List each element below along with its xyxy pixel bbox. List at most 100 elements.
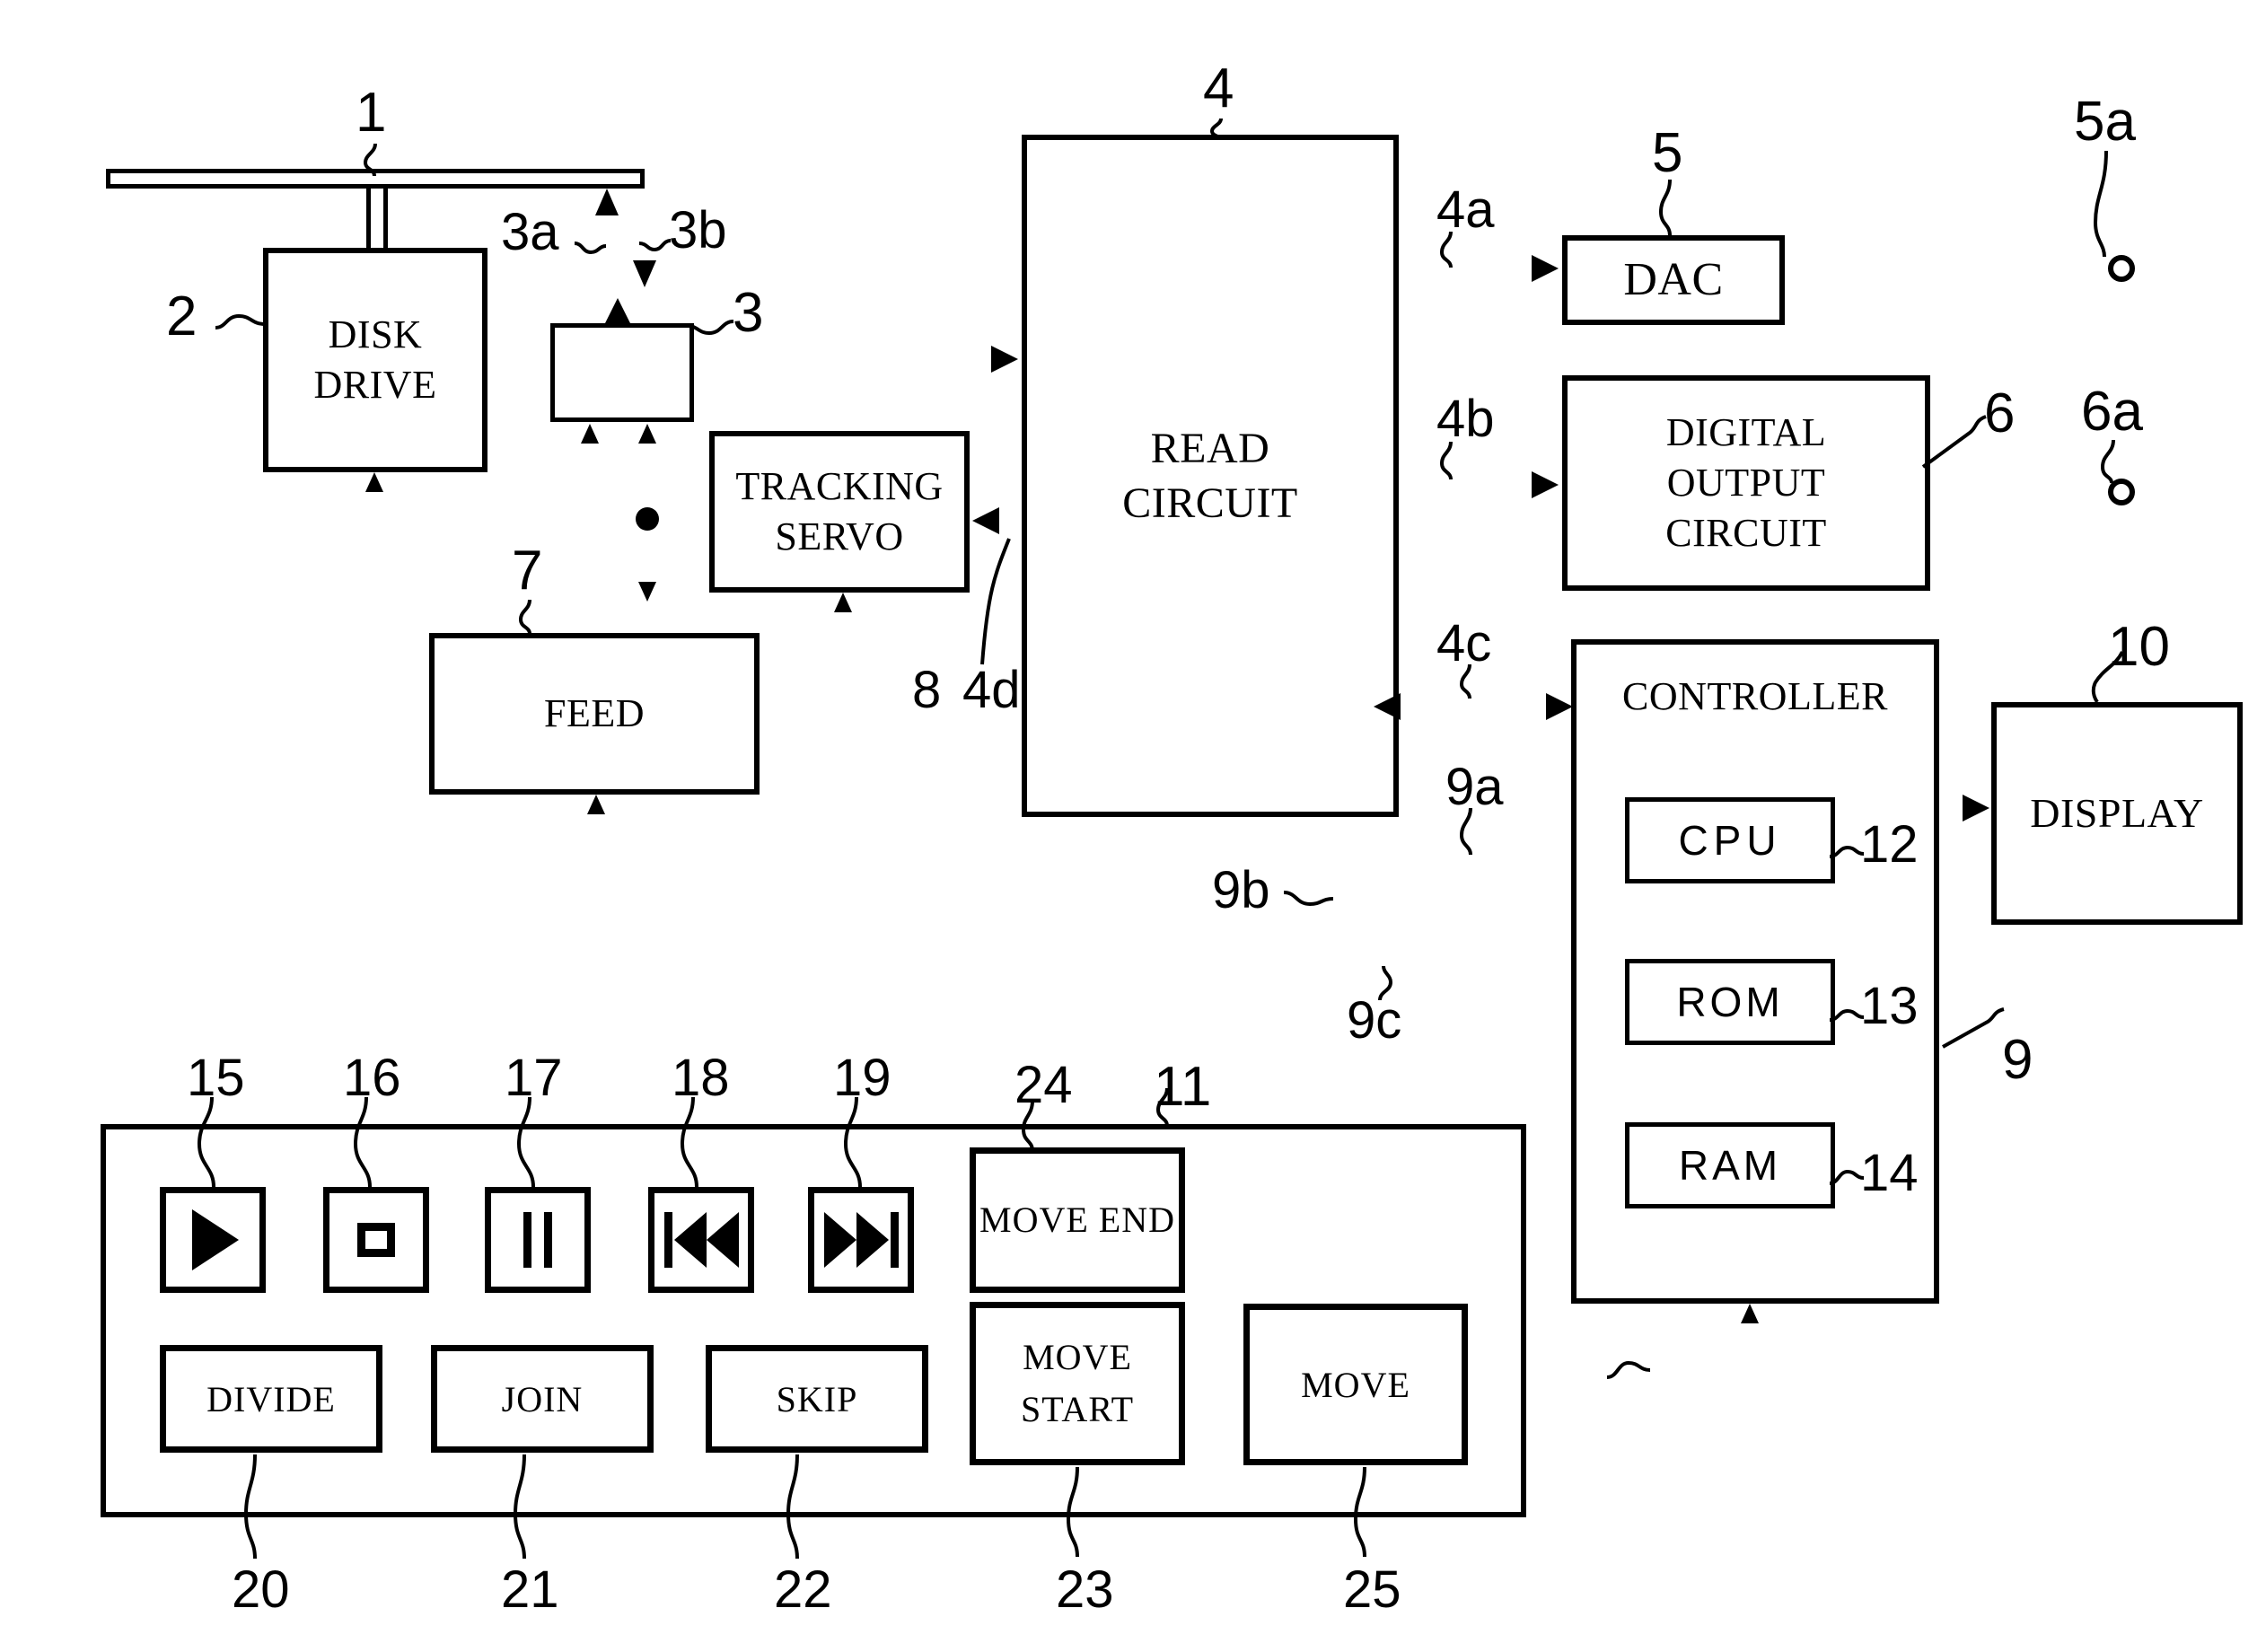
tracking-servo-label-line2: SERVO <box>775 514 904 558</box>
ref-numeral-divide: 20 <box>232 1560 290 1619</box>
servo-control-line <box>0 1201 4 1462</box>
panel-to-controller-arrow <box>1741 1304 1759 1323</box>
read-controller-bus-arrow-left <box>1374 693 1401 720</box>
laser-beam-up-arrow <box>595 189 619 215</box>
ref-numeral-digital-terminal: 6a <box>2081 381 2143 443</box>
leader-digital-output-circuit <box>1921 415 1995 469</box>
pause-icon <box>523 1212 552 1268</box>
leader-play <box>196 1096 223 1188</box>
servo-to-pickup-line <box>0 409 4 602</box>
move-label: MOVE <box>1301 1364 1410 1405</box>
feed-to-pickup-arrow <box>581 424 599 444</box>
ref-numeral-controller-line: 4c <box>1436 614 1492 672</box>
leader-skip <box>786 1454 810 1560</box>
stop-button[interactable] <box>323 1187 429 1293</box>
leader-disc <box>363 143 390 177</box>
servo-control-arrow <box>834 593 852 612</box>
move-button[interactable]: MOVE <box>1243 1304 1468 1465</box>
pause-button[interactable] <box>485 1187 591 1293</box>
ref-numeral-audio-line: 4a <box>1436 180 1495 239</box>
leader-controller <box>1942 1007 2015 1050</box>
skip-forward-icon <box>823 1212 899 1268</box>
feed-control-arrow <box>587 795 605 814</box>
block-tracking-servo: TRACKING SERVO <box>709 431 970 593</box>
divide-label: DIVIDE <box>206 1378 336 1419</box>
leader-bus-9c <box>1378 965 1405 1001</box>
leader-prev <box>679 1096 706 1188</box>
spindle-shaft-left <box>366 187 371 250</box>
play-button[interactable] <box>160 1187 266 1293</box>
join-button[interactable]: JOIN <box>431 1345 654 1453</box>
leader-rom <box>1829 1007 1866 1027</box>
pickup-lens-bump <box>605 298 630 323</box>
dac-label: DAC <box>1623 253 1724 305</box>
previous-track-button[interactable] <box>648 1187 754 1293</box>
leader-divide <box>243 1454 268 1560</box>
ref-numeral-move: 25 <box>1343 1560 1401 1619</box>
stop-icon <box>357 1223 395 1257</box>
leader-bus-9b <box>1283 887 1334 910</box>
leader-panel <box>1155 1087 1180 1127</box>
block-feed: FEED <box>429 633 760 795</box>
ref-numeral-cpu: 12 <box>1860 815 1919 874</box>
leader-display <box>2091 651 2128 704</box>
leader-move <box>1353 1466 1377 1558</box>
block-ram: RAM <box>1625 1122 1835 1208</box>
leader-disk-drive <box>215 310 266 333</box>
leader-stop <box>352 1096 379 1188</box>
controller-to-display-arrow <box>1963 795 1989 822</box>
block-disk-drive: DISK DRIVE <box>263 248 487 472</box>
skip-back-icon <box>663 1212 739 1268</box>
laser-beam-up-shaft <box>0 0 4 86</box>
feed-label: FEED <box>544 690 645 735</box>
servo-branch-junction <box>636 507 659 531</box>
cpu-label: CPU <box>1678 816 1782 864</box>
leader-move-end <box>1021 1100 1045 1152</box>
leader-laser-up <box>574 238 607 258</box>
feed-to-pickup-line <box>0 224 4 409</box>
servo-branch-line <box>0 602 65 606</box>
leader-ram <box>1829 1167 1866 1189</box>
ref-numeral-disk-drive: 2 <box>166 286 198 347</box>
leader-servo-line <box>979 538 1011 665</box>
leader-digital-line <box>1439 441 1463 480</box>
read-to-servo-arrow <box>972 507 999 534</box>
ref-numeral-disc: 1 <box>356 82 387 144</box>
controller-label: CONTROLLER <box>1622 674 1888 718</box>
move-start-button[interactable]: MOVE START <box>970 1302 1185 1465</box>
block-read-circuit: READ CIRCUIT <box>1022 135 1399 817</box>
pickup-to-read-arrow <box>991 346 1018 373</box>
feed-control-line <box>0 1095 4 1201</box>
digital-output-label-line3: CIRCUIT <box>1665 511 1827 556</box>
skip-label: SKIP <box>776 1378 858 1419</box>
next-track-button[interactable] <box>808 1187 914 1293</box>
ram-label: RAM <box>1678 1141 1782 1189</box>
block-display: DISPLAY <box>1991 702 2243 925</box>
block-rom: ROM <box>1625 959 1835 1045</box>
servo-feedback-arrow <box>638 582 656 602</box>
patent-figure-canvas: 1 DISK DRIVE 2 3 3a 3b TRACKING SERVO 8 … <box>0 0 2266 1652</box>
read-to-dac-arrow <box>1532 255 1559 282</box>
leader-move-start <box>1066 1466 1090 1558</box>
leader-feed <box>518 599 542 635</box>
move-start-label: MOVE START <box>976 1331 1179 1436</box>
ref-numeral-join: 21 <box>501 1560 559 1619</box>
ref-numeral-ram: 14 <box>1860 1144 1919 1202</box>
divide-button[interactable]: DIVIDE <box>160 1345 382 1453</box>
display-label: DISPLAY <box>2030 789 2204 836</box>
diskdrive-control-line <box>0 606 4 1095</box>
move-end-button[interactable]: MOVE END <box>970 1147 1185 1293</box>
leader-audio-line <box>1439 231 1463 268</box>
skip-button[interactable]: SKIP <box>706 1345 928 1453</box>
leader-join <box>513 1454 537 1560</box>
read-circuit-label-line1: READ <box>1150 424 1270 472</box>
leader-analog-terminal <box>2093 150 2121 258</box>
diskdrive-control-arrow <box>365 472 383 492</box>
rom-label: ROM <box>1676 978 1784 1025</box>
leader-tracking-servo <box>0 162 4 224</box>
ref-numeral-bus-9c: 9c <box>1347 991 1402 1050</box>
block-dac: DAC <box>1562 235 1785 325</box>
ref-numeral-bus-9b: 9b <box>1212 861 1270 919</box>
ref-numeral-laser-up: 3a <box>501 203 559 261</box>
ref-numeral-rom: 13 <box>1860 977 1919 1035</box>
